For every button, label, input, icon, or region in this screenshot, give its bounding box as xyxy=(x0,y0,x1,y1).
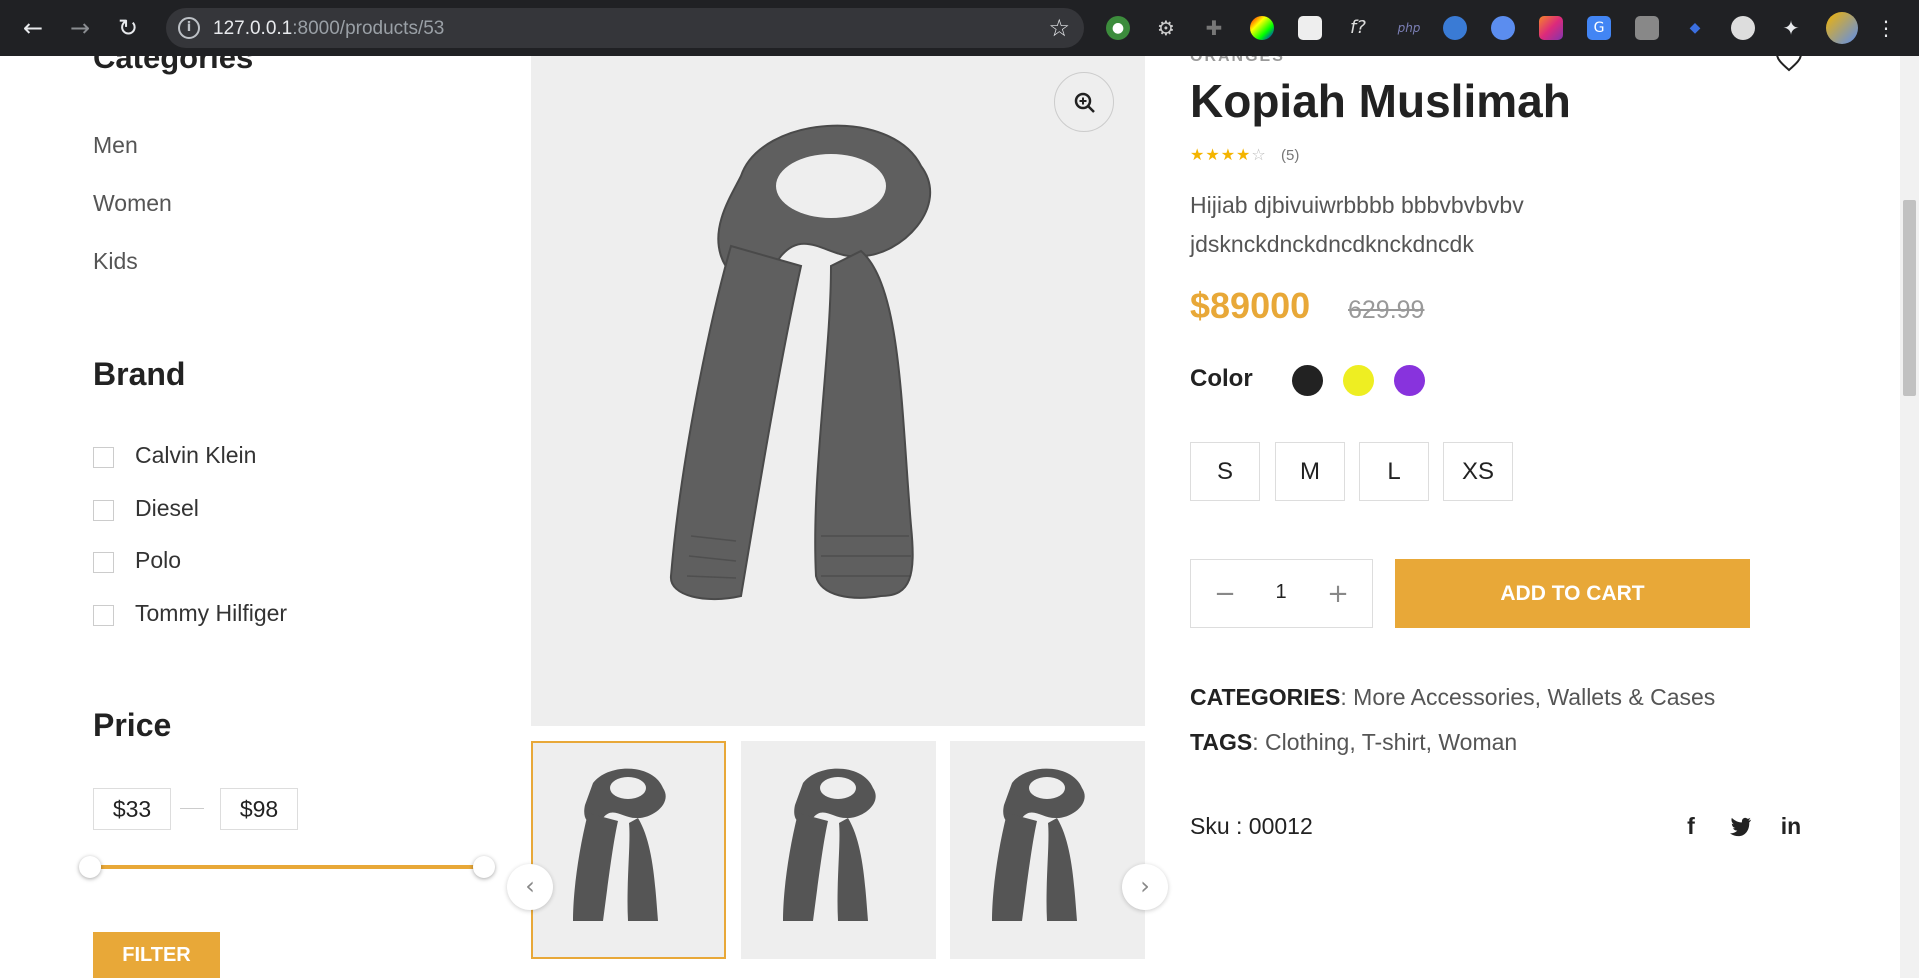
product-title: Kopiah Muslimah xyxy=(1190,75,1571,127)
product-price: $89000 xyxy=(1190,285,1311,326)
color-label: Color xyxy=(1190,365,1253,392)
zoom-in-icon xyxy=(1074,92,1095,113)
filter-button[interactable]: FILTER xyxy=(93,932,220,978)
price-min-input[interactable]: $33 xyxy=(93,788,171,830)
rating-stars: ★★★★☆ xyxy=(1190,145,1267,164)
categories-heading: Categories xyxy=(93,56,254,75)
reload-icon[interactable]: ↻ xyxy=(112,12,144,44)
increase-quantity-button[interactable]: + xyxy=(1318,574,1358,614)
price-max-input[interactable]: $98 xyxy=(220,788,298,830)
site-info-icon[interactable]: i xyxy=(178,17,200,39)
categories-label: CATEGORIES xyxy=(1190,684,1341,710)
product-description: Hijiab djbivuiwrbbbb bbbvbvbvbv jdsknckd… xyxy=(1190,192,1524,257)
tags-value[interactable]: : Clothing, T-shirt, Woman xyxy=(1252,729,1517,755)
quantity-stepper: − 1 + xyxy=(1190,559,1373,628)
move-extension-icon[interactable]: ✚ xyxy=(1202,16,1226,40)
facebook-icon[interactable]: f xyxy=(1679,813,1703,840)
address-bar[interactable]: i 127.0.0.1:8000/products/53 ☆ xyxy=(166,8,1084,48)
category-link-kids[interactable]: Kids xyxy=(93,248,138,275)
product-old-price: 629.99 xyxy=(1348,296,1425,324)
brand-label: Polo xyxy=(135,547,182,573)
settings-extension-icon[interactable]: ⚙ xyxy=(1154,16,1178,40)
product-categories: CATEGORIES: More Accessories, Wallets & … xyxy=(1190,684,1715,711)
scarf-thumbnail-image xyxy=(573,768,666,921)
product-brand: ORANGES xyxy=(1190,56,1285,65)
tags-label: TAGS xyxy=(1190,729,1253,755)
zoom-button[interactable] xyxy=(1054,72,1114,132)
linkedin-icon[interactable]: in xyxy=(1779,813,1803,840)
back-icon[interactable]: ← xyxy=(17,12,49,44)
copy-extension-icon[interactable] xyxy=(1635,16,1659,40)
globe-extension-icon[interactable] xyxy=(1443,16,1467,40)
menu-kebab-icon[interactable]: ⋮ xyxy=(1874,16,1898,40)
product-thumbnail[interactable] xyxy=(741,741,936,959)
product-page: Categories Men Women Kids Brand Calvin K… xyxy=(0,56,1900,978)
size-option-l[interactable]: L xyxy=(1359,442,1429,501)
page-scrollbar[interactable] xyxy=(1900,56,1919,978)
scarf-thumbnail-image xyxy=(783,768,876,921)
formula-extension-icon[interactable]: f? xyxy=(1346,16,1370,40)
product-thumbnail[interactable] xyxy=(950,741,1145,959)
brand-checkbox[interactable] xyxy=(93,500,114,521)
product-tags: TAGS: Clothing, T-shirt, Woman xyxy=(1190,729,1517,756)
price-heading: Price xyxy=(93,707,172,743)
quantity-value[interactable]: 1 xyxy=(1261,581,1301,604)
forward-icon[interactable]: → xyxy=(64,12,96,44)
price-slider-track[interactable] xyxy=(101,865,476,869)
php-extension-icon[interactable]: php xyxy=(1394,16,1424,40)
instagram-extension-icon[interactable] xyxy=(1539,16,1563,40)
scarf-image xyxy=(669,124,932,600)
product-thumbnail[interactable] xyxy=(531,741,726,959)
color-swatch-black[interactable] xyxy=(1292,365,1323,396)
review-count[interactable]: (5) xyxy=(1281,147,1299,164)
category-link-women[interactable]: Women xyxy=(93,190,172,217)
size-option-s[interactable]: S xyxy=(1190,442,1260,501)
scarf-thumbnail-image xyxy=(992,768,1085,921)
category-link-men[interactable]: Men xyxy=(93,132,138,159)
thumbnail-prev-arrow[interactable]: ‹ xyxy=(507,864,553,910)
shield-extension-icon[interactable]: ◆ xyxy=(1683,16,1707,40)
profile-avatar[interactable] xyxy=(1826,12,1858,44)
brand-label: Tommy Hilfiger xyxy=(135,600,288,626)
circle-extension-icon[interactable] xyxy=(1491,16,1515,40)
url-text: 127.0.0.1:8000/products/53 xyxy=(213,18,445,39)
color-swatch-purple[interactable] xyxy=(1394,365,1425,396)
add-to-cart-button[interactable]: ADD TO CART xyxy=(1395,559,1750,628)
wishlist-heart-icon[interactable] xyxy=(1775,56,1803,72)
brand-checkbox[interactable] xyxy=(93,605,114,626)
brand-label: Diesel xyxy=(135,495,199,521)
extension-icon[interactable]: ● xyxy=(1106,16,1130,40)
decrease-quantity-button[interactable]: − xyxy=(1205,574,1245,614)
color-swatch-yellow[interactable] xyxy=(1343,365,1374,396)
brand-label: Calvin Klein xyxy=(135,442,257,468)
bookmark-star-icon[interactable]: ☆ xyxy=(1048,14,1070,42)
categories-value[interactable]: : More Accessories, Wallets & Cases xyxy=(1340,684,1715,710)
thumbnail-next-arrow[interactable]: › xyxy=(1122,864,1168,910)
price-slider-min-handle[interactable] xyxy=(79,856,101,878)
size-option-m[interactable]: M xyxy=(1275,442,1345,501)
brand-checkbox[interactable] xyxy=(93,552,114,573)
product-main-image[interactable] xyxy=(531,56,1145,726)
price-range-divider xyxy=(180,808,204,809)
product-sku: Sku : 00012 xyxy=(1190,813,1313,839)
record-extension-icon[interactable] xyxy=(1731,16,1755,40)
scrollbar-thumb[interactable] xyxy=(1903,200,1916,396)
browser-toolbar: ← → ↻ i 127.0.0.1:8000/products/53 ☆ ● ⚙… xyxy=(0,0,1919,56)
size-option-xs[interactable]: XS xyxy=(1443,442,1513,501)
brand-heading: Brand xyxy=(93,356,186,392)
color-picker-extension-icon[interactable] xyxy=(1250,16,1274,40)
price-slider-max-handle[interactable] xyxy=(473,856,495,878)
notes-extension-icon[interactable] xyxy=(1298,16,1322,40)
extensions-puzzle-icon[interactable]: ✦ xyxy=(1779,16,1803,40)
brand-checkbox[interactable] xyxy=(93,447,114,468)
twitter-icon[interactable] xyxy=(1729,813,1753,843)
translate-extension-icon[interactable]: G xyxy=(1587,16,1611,40)
